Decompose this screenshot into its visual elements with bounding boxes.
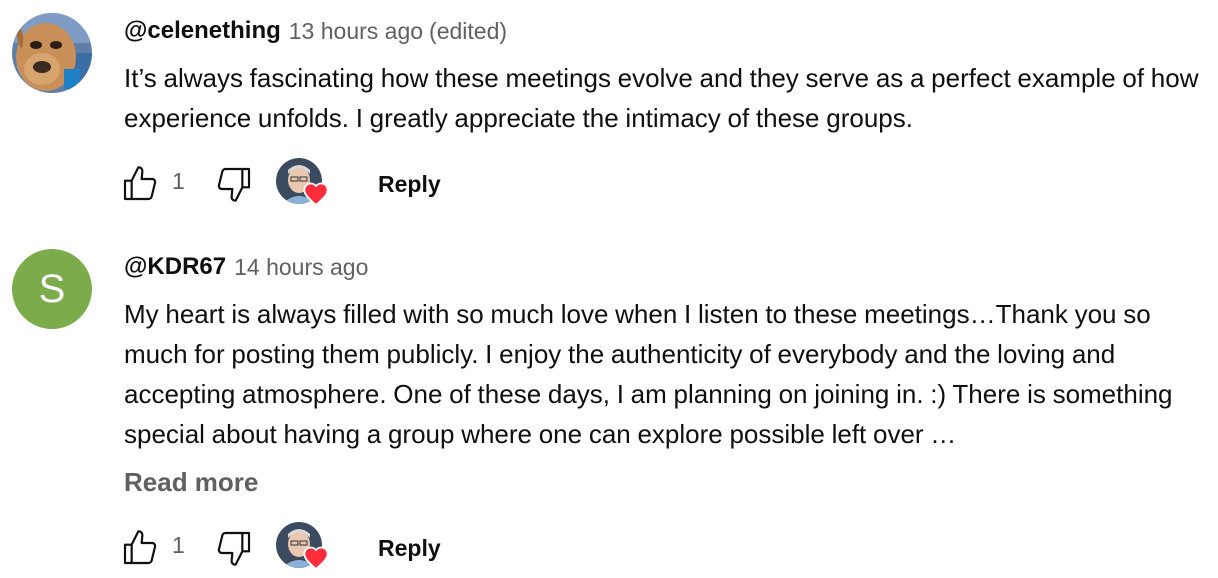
thumbs-down-icon — [217, 531, 251, 566]
comment-header: @KDR67 14 hours ago — [124, 250, 1204, 284]
heart-icon — [302, 544, 330, 572]
heart-icon — [302, 180, 330, 208]
like-count: 1 — [172, 168, 185, 194]
comment-actions: 1 Reply — [118, 520, 518, 572]
creator-heart[interactable] — [276, 156, 330, 208]
avatar-letter: S — [38, 266, 66, 311]
thumbs-down-icon — [217, 167, 251, 202]
comment-actions: 1 Reply — [118, 156, 518, 208]
comment-text: It’s always fascinating how these meetin… — [124, 63, 1199, 133]
comment-text: My heart is always filled with so much l… — [124, 299, 1173, 449]
read-more-button[interactable]: Read more — [124, 462, 1204, 502]
author-avatar[interactable]: S — [12, 249, 92, 329]
author-avatar[interactable] — [12, 13, 92, 93]
thumbs-up-icon — [123, 166, 157, 201]
comment-timestamp[interactable]: 13 hours ago — [289, 18, 423, 45]
edited-label: (edited) — [429, 17, 508, 44]
creator-heart[interactable] — [276, 520, 330, 572]
thumbs-up-icon — [123, 530, 157, 565]
comment-timestamp[interactable]: 14 hours ago — [234, 254, 368, 281]
reply-button[interactable]: Reply — [368, 164, 451, 204]
like-count: 1 — [172, 532, 185, 558]
author-name[interactable]: @celenething — [124, 17, 281, 45]
dog-photo-avatar-icon — [12, 13, 92, 93]
comment-header: @celenething 13 hours ago (edited) — [124, 14, 1204, 48]
dislike-button[interactable] — [212, 526, 256, 570]
like-button[interactable] — [118, 162, 162, 206]
dislike-button[interactable] — [212, 162, 256, 206]
like-button[interactable] — [118, 526, 162, 570]
author-name[interactable]: @KDR67 — [124, 253, 226, 281]
reply-button[interactable]: Reply — [368, 528, 451, 568]
